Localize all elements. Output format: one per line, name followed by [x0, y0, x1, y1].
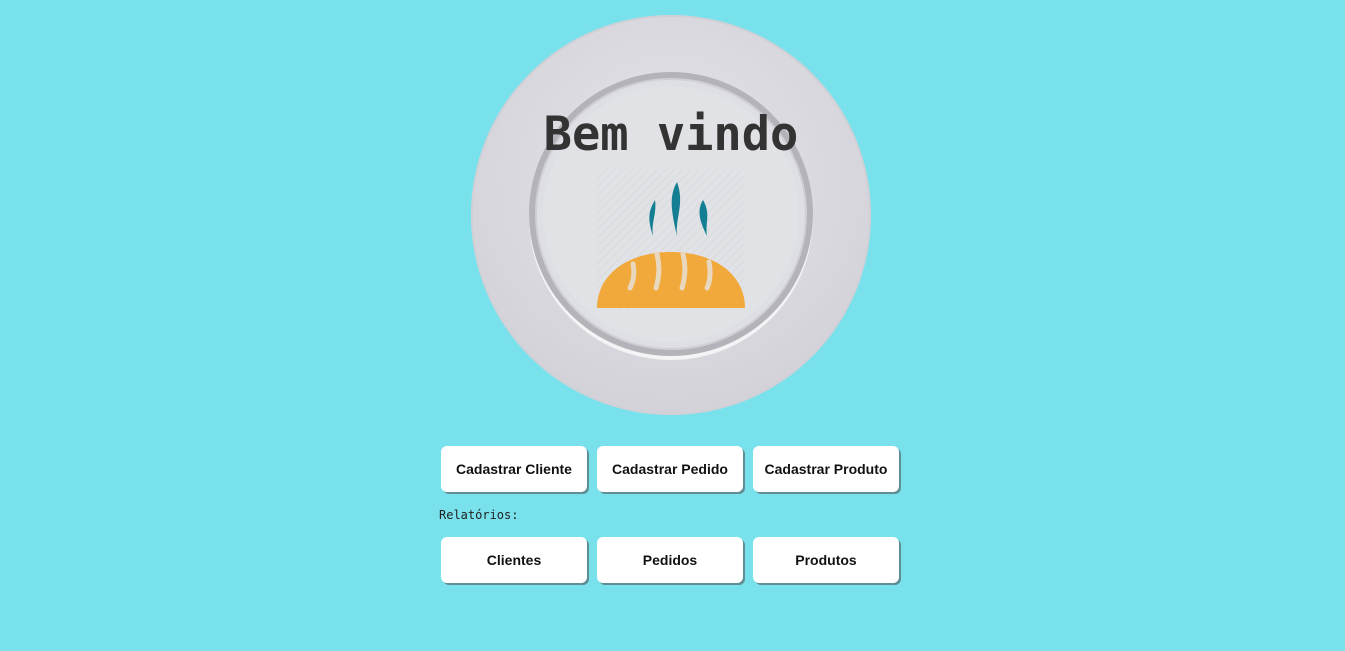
pedidos-report-button[interactable]: Pedidos — [597, 537, 743, 583]
register-actions: Cadastrar Cliente Cadastrar Pedido Cadas… — [441, 446, 899, 492]
cadastrar-pedido-button[interactable]: Cadastrar Pedido — [597, 446, 743, 492]
reports-label: Relatórios: — [439, 508, 519, 522]
welcome-title: Bem vindo — [543, 107, 799, 162]
plate-logo: Bem vindo — [471, 15, 871, 415]
report-actions: Clientes Pedidos Produtos — [441, 537, 899, 583]
cadastrar-produto-button[interactable]: Cadastrar Produto — [753, 446, 899, 492]
produtos-report-button[interactable]: Produtos — [753, 537, 899, 583]
bread-icon — [597, 170, 745, 310]
clientes-report-button[interactable]: Clientes — [441, 537, 587, 583]
cadastrar-cliente-button[interactable]: Cadastrar Cliente — [441, 446, 587, 492]
